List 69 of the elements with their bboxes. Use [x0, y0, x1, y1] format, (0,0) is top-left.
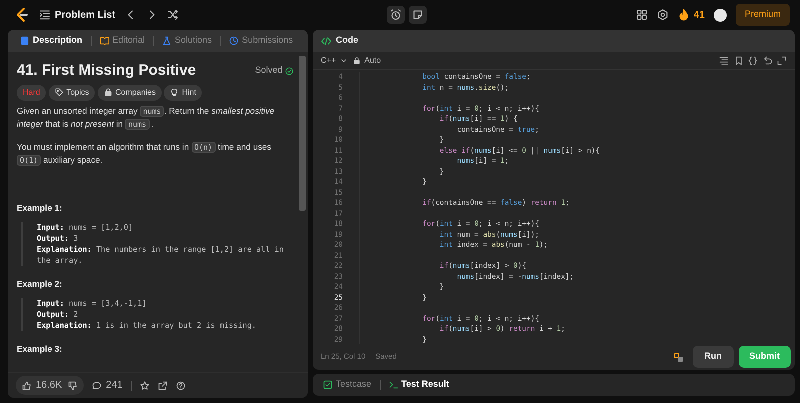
shuffle-icon: [166, 9, 179, 21]
streak-button[interactable]: 41: [678, 8, 705, 22]
reset-button[interactable]: [762, 56, 772, 66]
clock-icon: [229, 36, 240, 46]
align-lines-icon: [719, 56, 729, 66]
panel-tab[interactable]: Solutions: [158, 34, 216, 48]
problem-list-button[interactable]: Problem List: [39, 8, 116, 22]
run-button[interactable]: Run: [692, 346, 734, 368]
format-button[interactable]: [719, 56, 729, 66]
panel-tab[interactable]: Submissions: [225, 34, 298, 48]
panel-tab[interactable]: Editorial: [96, 34, 150, 48]
note-icon: [412, 9, 424, 21]
console-tab[interactable]: Test Result: [384, 378, 454, 392]
language-dropdown[interactable]: C++: [321, 54, 348, 66]
apps-button[interactable]: [636, 9, 648, 21]
settings-icon: [656, 9, 669, 21]
grid-icon: [636, 9, 648, 21]
tag-button[interactable]: Topics: [48, 84, 96, 100]
example-heading: Example 2:: [17, 278, 64, 292]
code-panel-title: Code: [336, 34, 358, 48]
lock-icon: [352, 56, 361, 64]
list-icon: [39, 9, 51, 21]
lock-icon: [104, 88, 113, 97]
fullscreen-button[interactable]: [777, 56, 787, 66]
tag-button[interactable]: Hint: [164, 84, 202, 100]
alarm-clock-icon: [390, 9, 402, 21]
comments-button[interactable]: 241: [92, 378, 123, 393]
solved-label: Solved: [255, 64, 283, 78]
star-icon: [140, 380, 150, 390]
panel-tab[interactable]: Description: [16, 34, 87, 48]
braces-button[interactable]: [748, 56, 758, 66]
code-icon: [321, 36, 332, 46]
problem-title: 41. First Missing Positive: [17, 62, 196, 80]
terminal-icon: [388, 380, 399, 390]
avatar[interactable]: [714, 8, 727, 22]
auto-mode-button[interactable]: Auto: [352, 54, 382, 66]
expand-icon: [777, 56, 787, 66]
flask-icon: [162, 36, 172, 46]
tag-button[interactable]: Companies: [98, 84, 162, 100]
fire-icon: [678, 9, 690, 21]
logo-icon: [14, 7, 30, 23]
tag-icon: [54, 88, 64, 97]
console-tab[interactable]: Testcase: [319, 378, 376, 392]
book-icon: [100, 36, 110, 46]
example-heading: Example 1:: [17, 202, 64, 216]
document-icon: [20, 36, 30, 46]
dislike-button[interactable]: [68, 380, 78, 390]
scrollbar[interactable]: [299, 56, 306, 211]
braces-icon: [748, 56, 758, 66]
shuffle-button[interactable]: [166, 9, 179, 21]
timer-button[interactable]: [386, 6, 405, 24]
checkbox-icon: [323, 380, 333, 390]
settings-button[interactable]: [656, 9, 669, 21]
example-heading: Example 3:: [17, 343, 64, 356]
lightbulb-icon: [170, 88, 180, 97]
bookmark-icon: [734, 56, 744, 66]
help-button[interactable]: [176, 380, 186, 390]
favorite-button[interactable]: [140, 380, 150, 390]
help-icon: [176, 380, 186, 390]
comment-icon: [92, 380, 102, 390]
share-icon: [158, 380, 168, 390]
thumbs-down-icon: [68, 380, 78, 390]
notes-button[interactable]: [409, 6, 428, 24]
bookmark-button[interactable]: [734, 56, 744, 66]
thumbs-up-icon: [22, 380, 32, 390]
share-button[interactable]: [158, 380, 168, 390]
premium-button[interactable]: Premium: [736, 4, 790, 26]
undo-icon: [762, 56, 772, 66]
check-circle-icon: [285, 66, 294, 76]
